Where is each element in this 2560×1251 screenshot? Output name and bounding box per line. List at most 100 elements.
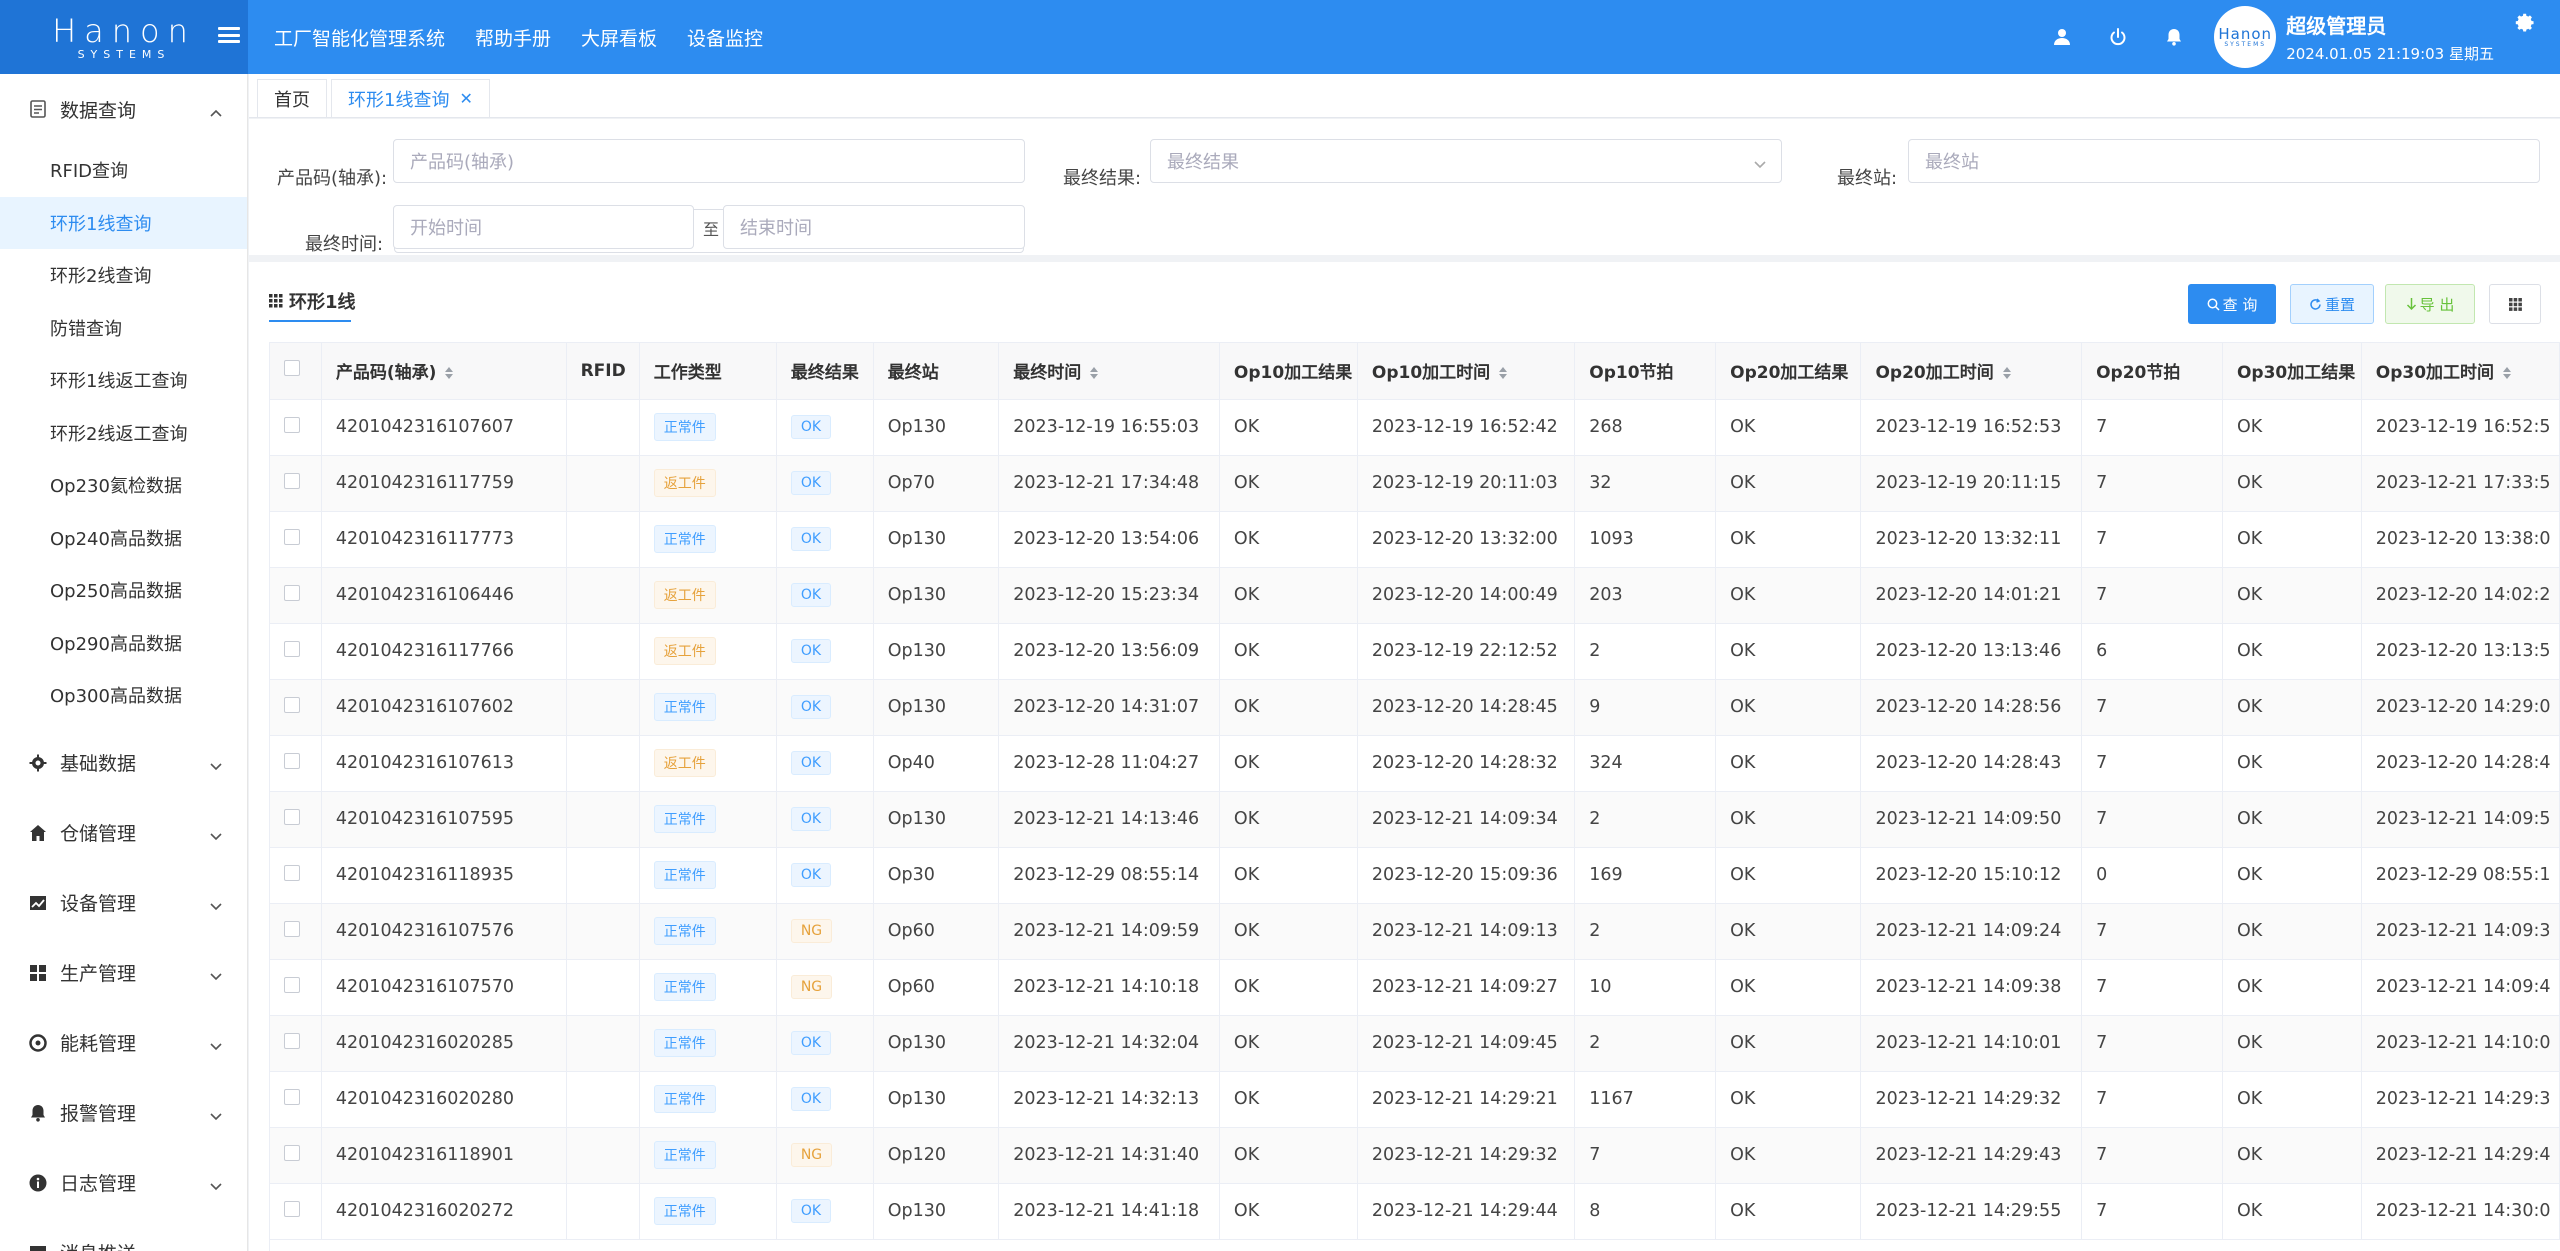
column-header[interactable]: Op10加工时间 (1357, 343, 1576, 400)
sidebar-item-op250-hipot[interactable]: Op250高品数据 (0, 564, 247, 617)
data-table-wrapper[interactable]: 产品码(轴承) RFID 工作类型 最终结果 最终站 最终时间 Op10加工结果 Op10加工… (269, 342, 2560, 1251)
end-time-input[interactable]: 结束时间 (723, 205, 1025, 249)
select-all-checkbox-cell[interactable] (270, 343, 322, 400)
reset-button[interactable]: 重置 (2290, 284, 2374, 324)
table-row[interactable]: 4201042316118935 正常件 OK Op30 2023-12-29 08:5… (270, 847, 2560, 904)
checkbox[interactable] (284, 472, 300, 489)
checkbox[interactable] (284, 1088, 300, 1105)
product-code-input[interactable]: 产品码(轴承) (393, 139, 1025, 183)
checkbox[interactable] (284, 416, 300, 433)
checkbox[interactable] (284, 1144, 300, 1161)
checkbox[interactable] (284, 1032, 300, 1049)
start-time-input[interactable]: 开始时间 (393, 205, 694, 249)
column-header[interactable]: Op30加工时间 (2361, 343, 2560, 400)
search-button[interactable]: 查 询 (2188, 284, 2276, 324)
table-row[interactable]: 4201042316118901 正常件 NG Op120 2023-12-21 14:… (270, 1127, 2560, 1184)
tab-home[interactable]: 首页 (257, 79, 327, 117)
checkbox[interactable] (284, 864, 300, 881)
sidebar-item-ring2-rework-query[interactable]: 环形2线返工查询 (0, 407, 247, 460)
nav-dashboard[interactable]: 大屏看板 (581, 24, 657, 51)
avatar[interactable]: Hanon SYSTEMS (2214, 6, 2277, 68)
close-icon[interactable]: ✕ (459, 89, 472, 108)
checkbox[interactable] (284, 360, 300, 377)
table-row[interactable]: 4201042316020285 正常件 OK Op130 2023-12-21 14:… (270, 1015, 2560, 1072)
sort-icon[interactable] (1994, 363, 2012, 383)
table-row[interactable]: 4201042316107595 正常件 OK Op130 2023-12-21 14:… (270, 791, 2560, 848)
table-row[interactable]: 4201042316020280 正常件 OK Op130 2023-12-21 14:… (270, 1071, 2560, 1128)
sidebar-item-ring1-rework-query[interactable]: 环形1线返工查询 (0, 354, 247, 407)
checkbox[interactable] (284, 584, 300, 601)
checkbox[interactable] (284, 528, 300, 545)
sidebar-item-rfid-query[interactable]: RFID查询 (0, 144, 247, 197)
row-checkbox-cell[interactable] (270, 1071, 322, 1128)
column-header[interactable]: 最终时间 (998, 343, 1220, 400)
checkbox[interactable] (284, 696, 300, 713)
sidebar-item-ring1-query[interactable]: 环形1线查询 (0, 196, 247, 249)
table-row[interactable]: 4201042316106446 返工件 OK Op130 2023-12-20 15:… (270, 567, 2560, 624)
checkbox[interactable] (284, 808, 300, 825)
nav-device-monitor[interactable]: 设备监控 (687, 24, 763, 51)
row-checkbox-cell[interactable] (270, 455, 322, 512)
tab-ring1-query[interactable]: 环形1线查询 ✕ (331, 79, 490, 117)
sidebar-item-error-proof-query[interactable]: 防错查询 (0, 302, 247, 355)
row-checkbox-cell[interactable] (270, 959, 322, 1016)
menu-group-energy[interactable]: 能耗管理 (0, 1008, 247, 1078)
menu-group-production[interactable]: 生产管理 (0, 938, 247, 1008)
row-checkbox-cell[interactable] (270, 679, 322, 736)
row-checkbox-cell[interactable] (270, 791, 322, 848)
table-row[interactable]: 4201042316020272 正常件 OK Op130 2023-12-21 14:… (270, 1183, 2560, 1240)
nav-system-title[interactable]: 工厂智能化管理系统 (274, 24, 445, 51)
menu-group-data-query[interactable]: 数据查询 (0, 74, 247, 144)
table-row[interactable]: 4201042316117773 正常件 OK Op130 2023-12-20 13:… (270, 511, 2560, 568)
checkbox[interactable] (284, 752, 300, 769)
menu-group-device[interactable]: 设备管理 (0, 868, 247, 938)
sort-icon[interactable] (2494, 363, 2512, 383)
user-icon[interactable] (2034, 0, 2090, 74)
sort-icon[interactable] (1081, 363, 1099, 383)
power-icon[interactable] (2090, 0, 2146, 74)
table-row[interactable]: 4201042316117759 返工件 OK Op70 2023-12-21 17:3… (270, 455, 2560, 512)
sidebar-item-op230-helium[interactable]: Op230氦检数据 (0, 459, 247, 512)
menu-toggle-icon[interactable] (218, 24, 240, 46)
nav-help-manual[interactable]: 帮助手册 (475, 24, 551, 51)
menu-group-alarm[interactable]: 报警管理 (0, 1078, 247, 1148)
settings-gear-icon[interactable] (2512, 10, 2538, 41)
menu-group-message[interactable]: 消息推送 (0, 1218, 247, 1251)
checkbox[interactable] (284, 1200, 300, 1217)
table-row[interactable]: 4201042316107613 返工件 OK Op40 2023-12-28 11:0… (270, 735, 2560, 792)
row-checkbox-cell[interactable] (270, 567, 322, 624)
bell-icon[interactable] (2146, 0, 2202, 74)
row-checkbox-cell[interactable] (270, 511, 322, 568)
column-header[interactable]: Op20加工时间 (1860, 343, 2083, 400)
checkbox[interactable] (284, 976, 300, 993)
row-checkbox-cell[interactable] (270, 1183, 322, 1240)
column-settings-button[interactable] (2489, 284, 2541, 324)
table-row[interactable]: 4201042316107607 正常件 OK Op130 2023-12-19 16:… (270, 399, 2560, 456)
final-station-input[interactable]: 最终站 (1908, 139, 2540, 183)
menu-group-warehouse[interactable]: 仓储管理 (0, 798, 247, 868)
row-checkbox-cell[interactable] (270, 847, 322, 904)
export-button[interactable]: 导 出 (2385, 284, 2475, 324)
sidebar-item-ring2-query[interactable]: 环形2线查询 (0, 249, 247, 302)
table-row[interactable]: 4201042316107570 正常件 NG Op60 2023-12-21 14:1… (270, 959, 2560, 1016)
menu-group-log[interactable]: 日志管理 (0, 1148, 247, 1218)
row-checkbox-cell[interactable] (270, 623, 322, 680)
row-checkbox-cell[interactable] (270, 1015, 322, 1072)
table-row[interactable]: 4201042316107576 正常件 NG Op60 2023-12-21 14:0… (270, 903, 2560, 960)
menu-group-basic-data[interactable]: 基础数据 (0, 728, 247, 798)
row-checkbox-cell[interactable] (270, 735, 322, 792)
checkbox[interactable] (284, 640, 300, 657)
sidebar-item-op300-hipot[interactable]: Op300高品数据 (0, 669, 247, 722)
row-checkbox-cell[interactable] (270, 903, 322, 960)
sidebar-item-op240-hipot[interactable]: Op240高品数据 (0, 512, 247, 565)
table-row[interactable]: 4201042316107602 正常件 OK Op130 2023-12-20 14:… (270, 679, 2560, 736)
sort-icon[interactable] (1490, 363, 1508, 383)
table-row[interactable]: 4201042316117766 返工件 OK Op130 2023-12-20 13:… (270, 623, 2560, 680)
checkbox[interactable] (284, 920, 300, 937)
column-header[interactable]: 产品码(轴承) (321, 343, 567, 400)
row-checkbox-cell[interactable] (270, 1127, 322, 1184)
sort-icon[interactable] (436, 363, 454, 383)
sidebar-item-op290-hipot[interactable]: Op290高品数据 (0, 617, 247, 670)
final-result-select[interactable]: 最终结果 (1150, 139, 1782, 183)
row-checkbox-cell[interactable] (270, 399, 322, 456)
